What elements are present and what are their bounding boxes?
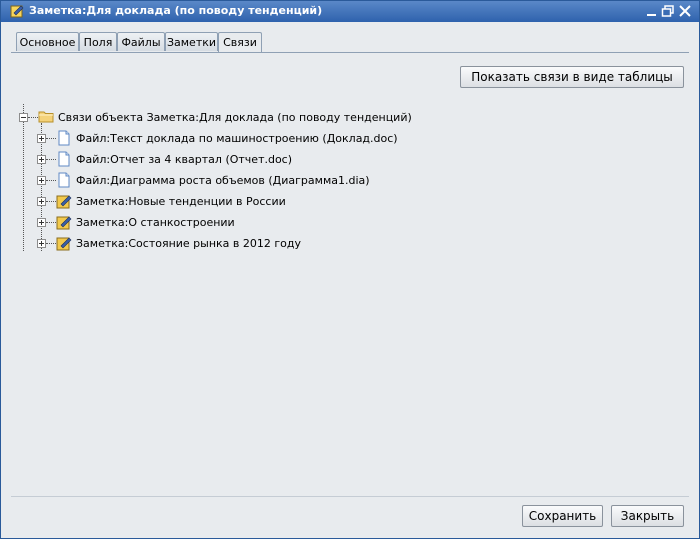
tree-expand-toggle[interactable] — [37, 134, 46, 143]
tab-fields[interactable]: Поля — [79, 32, 117, 51]
tree-connector — [46, 138, 56, 139]
tree-connector — [46, 243, 56, 244]
show-as-table-button[interactable]: Показать связи в виде таблицы — [460, 66, 684, 88]
tab-notes[interactable]: Заметки — [165, 32, 218, 51]
note-icon — [56, 216, 72, 230]
note-icon — [10, 5, 24, 18]
save-button[interactable]: Сохранить — [522, 505, 603, 527]
tree-expand-toggle[interactable] — [37, 239, 46, 248]
tree-root-label[interactable]: Связи объекта Заметка:Для доклада (по по… — [58, 111, 412, 125]
title-bar[interactable]: Заметка:Для доклада (по поводу тенденций… — [1, 1, 699, 22]
tab-divider — [11, 52, 689, 53]
tree-item-label[interactable]: Файл:Отчет за 4 квартал (Отчет.doc) — [76, 153, 292, 167]
file-icon — [58, 130, 70, 146]
minimize-icon[interactable] — [645, 4, 659, 18]
file-icon — [58, 151, 70, 167]
note-icon — [56, 195, 72, 209]
tree-expand-toggle[interactable] — [37, 176, 46, 185]
window-title: Заметка:Для доклада (по поводу тенденций… — [29, 4, 323, 17]
note-icon — [56, 237, 72, 251]
tree-connector — [28, 117, 38, 118]
tree-item-label[interactable]: Заметка:Состояние рынка в 2012 году — [76, 237, 301, 251]
close-button[interactable]: Закрыть — [611, 505, 684, 527]
tree-expand-toggle[interactable] — [37, 218, 46, 227]
tree-item-label[interactable]: Заметка:О станкостроении — [76, 216, 235, 230]
tree-item-label[interactable]: Файл:Диаграмма роста объемов (Диаграмма1… — [76, 174, 370, 188]
restore-icon[interactable] — [661, 4, 675, 18]
tree-connector — [46, 222, 56, 223]
tree-connector — [46, 180, 56, 181]
tree-connector — [46, 159, 56, 160]
tree-expand-toggle[interactable] — [37, 155, 46, 164]
root-collapse-toggle[interactable] — [19, 113, 28, 122]
tab-main[interactable]: Основное — [16, 32, 79, 51]
footer-divider — [11, 496, 689, 497]
close-icon[interactable] — [678, 4, 692, 18]
tree-item-label[interactable]: Файл:Текст доклада по машиностроению (До… — [76, 132, 398, 146]
folder-icon — [38, 111, 54, 123]
app-window: Заметка:Для доклада (по поводу тенденций… — [0, 0, 700, 539]
tab-links[interactable]: Связи — [218, 32, 262, 53]
tree-trunk-line — [23, 104, 24, 251]
tree-expand-toggle[interactable] — [37, 197, 46, 206]
tree-connector — [46, 201, 56, 202]
file-icon — [58, 172, 70, 188]
tree-item-label[interactable]: Заметка:Новые тенденции в России — [76, 195, 286, 209]
tab-files[interactable]: Файлы — [117, 32, 165, 51]
